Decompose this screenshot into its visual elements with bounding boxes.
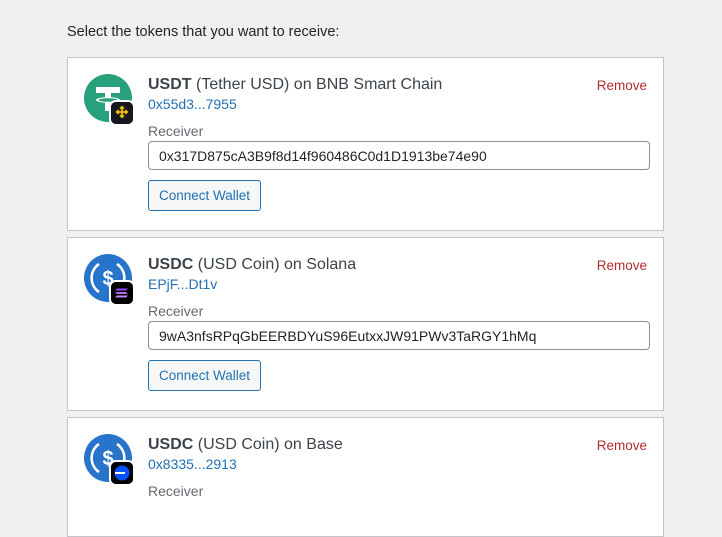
token-name: (Tether USD) on BNB Smart Chain xyxy=(191,76,443,93)
connect-wallet-button[interactable]: Connect Wallet xyxy=(148,360,262,391)
receiver-label: Receiver xyxy=(148,303,204,319)
receiver-input[interactable] xyxy=(148,141,650,170)
token-address-link[interactable]: 0x55d3...7955 xyxy=(148,96,237,112)
remove-button[interactable]: Remove xyxy=(597,258,647,273)
token-address-link[interactable]: EPjF...Dt1v xyxy=(148,276,217,292)
connect-wallet-button[interactable]: Connect Wallet xyxy=(148,180,262,211)
token-title: USDT (Tether USD) on BNB Smart Chain xyxy=(148,76,442,94)
token-title: USDC (USD Coin) on Solana xyxy=(148,256,356,274)
remove-button[interactable]: Remove xyxy=(597,438,647,453)
receiver-input[interactable] xyxy=(148,321,650,350)
solana-icon xyxy=(111,282,133,304)
token-symbol: USDC xyxy=(148,256,194,273)
token-name: (USD Coin) on Base xyxy=(193,436,343,453)
intro-text: Select the tokens that you want to recei… xyxy=(67,24,340,40)
token-symbol: USDT xyxy=(148,76,192,93)
receiver-label: Receiver xyxy=(148,483,204,499)
token-card-usdt-bnb: USDT (Tether USD) on BNB Smart Chain 0x5… xyxy=(67,57,664,231)
bnb-chain-icon xyxy=(111,102,133,124)
receiver-label: Receiver xyxy=(148,123,204,139)
token-card-usdc-solana: $ USDC (USD Coin) on Solana EPjF...Dt1v … xyxy=(67,237,664,411)
base-icon xyxy=(111,462,133,484)
token-name: (USD Coin) on Solana xyxy=(193,256,357,273)
token-title: USDC (USD Coin) on Base xyxy=(148,436,343,454)
token-address-link[interactable]: 0x8335...2913 xyxy=(148,456,237,472)
remove-button[interactable]: Remove xyxy=(597,78,647,93)
token-card-usdc-base: $ USDC (USD Coin) on Base 0x8335...2913 … xyxy=(67,417,664,537)
token-symbol: USDC xyxy=(148,436,194,453)
